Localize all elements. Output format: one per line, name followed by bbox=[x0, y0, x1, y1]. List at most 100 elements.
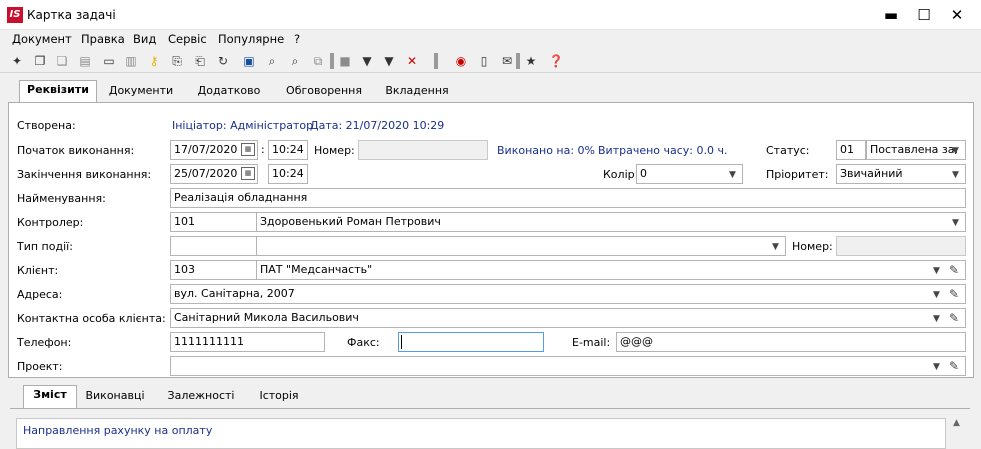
refresh-icon[interactable]: ↻ bbox=[214, 52, 232, 70]
number-label: Номер: bbox=[314, 144, 355, 157]
contact-label: Контактна особа клієнта: bbox=[17, 312, 166, 325]
phone-label: Телефон: bbox=[17, 336, 72, 349]
chevron-down-icon[interactable]: ▼ bbox=[933, 314, 940, 324]
window-title: Картка задачі bbox=[27, 8, 116, 22]
paste-icon[interactable]: ▤ bbox=[76, 52, 94, 70]
export-icon[interactable]: ⎘ bbox=[168, 52, 186, 70]
menu-popular[interactable]: Популярне bbox=[218, 32, 284, 46]
status-label: Статус: bbox=[766, 144, 810, 157]
pencil-icon[interactable]: ✎ bbox=[949, 287, 959, 301]
chevron-down-icon[interactable]: ▼ bbox=[952, 170, 959, 180]
import-icon[interactable]: ⎗ bbox=[191, 52, 209, 70]
name-label: Найменування: bbox=[17, 192, 106, 205]
help-icon[interactable]: ❓ bbox=[547, 52, 565, 70]
maximize-button[interactable]: ☐ bbox=[909, 0, 939, 30]
menu-edit[interactable]: Правка bbox=[81, 32, 125, 46]
project-label: Проект: bbox=[17, 360, 63, 373]
content-memo[interactable]: Направлення рахунку на оплату bbox=[16, 418, 946, 449]
client-label: Клієнт: bbox=[17, 264, 59, 277]
controller-name-select[interactable]: Здоровенький Роман Петрович bbox=[256, 212, 966, 232]
priority-label: Пріоритет: bbox=[766, 168, 829, 181]
color-label: Колір: bbox=[603, 168, 639, 181]
close-button[interactable]: ✕ bbox=[942, 0, 972, 30]
calendar-icon[interactable]: ▦ bbox=[241, 167, 255, 180]
grid-icon[interactable]: ■ bbox=[336, 52, 354, 70]
filter-add-icon[interactable]: ▼ bbox=[380, 52, 398, 70]
chevron-down-icon[interactable]: ▼ bbox=[772, 242, 779, 252]
tab-documents[interactable]: Документи bbox=[101, 82, 181, 103]
event-type-label: Тип події: bbox=[17, 240, 73, 253]
scroll-up-icon[interactable]: ▲ bbox=[953, 418, 960, 428]
name-field[interactable]: Реалізація обладнання bbox=[170, 188, 966, 208]
menu-help[interactable]: ? bbox=[294, 32, 300, 46]
event-number-label: Номер: bbox=[792, 240, 833, 253]
chevron-down-icon[interactable]: ▼ bbox=[952, 146, 959, 156]
toolbar-separator bbox=[330, 53, 334, 69]
tab-attachments[interactable]: Вкладення bbox=[376, 82, 458, 103]
chevron-down-icon[interactable]: ▼ bbox=[933, 362, 940, 372]
menu-service[interactable]: Сервіс bbox=[168, 32, 207, 46]
event-name-select[interactable] bbox=[256, 236, 786, 256]
status-code-field[interactable]: 01 bbox=[836, 140, 866, 160]
pencil-icon[interactable]: ✎ bbox=[949, 359, 959, 373]
document-icon[interactable]: ▯ bbox=[475, 52, 493, 70]
search-icon[interactable]: ⌕ bbox=[263, 52, 281, 70]
mail-icon[interactable]: ✉ bbox=[498, 52, 516, 70]
filter-icon[interactable]: ▼ bbox=[358, 52, 376, 70]
record-icon[interactable]: ◉ bbox=[452, 52, 470, 70]
number-field[interactable] bbox=[358, 140, 488, 160]
address-select[interactable]: вул. Санітарна, 2007 bbox=[170, 284, 966, 304]
star-icon[interactable]: ★ bbox=[522, 52, 540, 70]
filter-clear-icon[interactable]: ✕ bbox=[403, 52, 421, 70]
tab-discussion[interactable]: Обговорення bbox=[278, 82, 370, 103]
toolbar-separator bbox=[434, 53, 438, 69]
tab-executors[interactable]: Виконавці bbox=[81, 387, 149, 408]
priority-select[interactable]: Звичайний bbox=[836, 164, 966, 184]
tab-requisites[interactable]: Реквізити bbox=[19, 80, 97, 104]
save-icon[interactable]: ▣ bbox=[240, 52, 258, 70]
pencil-icon[interactable]: ✎ bbox=[949, 263, 959, 277]
new-copy-icon[interactable]: ❐ bbox=[31, 52, 49, 70]
end-time-field[interactable]: 10:24 bbox=[268, 164, 308, 184]
email-field[interactable]: @@@ bbox=[616, 332, 966, 352]
client-name-select[interactable]: ПАТ "Медсанчасть" bbox=[256, 260, 966, 280]
fax-field[interactable] bbox=[398, 332, 544, 352]
start-time-field[interactable]: 10:24 bbox=[268, 140, 308, 160]
toolbar: ✦ ❐ ❏ ▤ ▭ ▥ ⚷ ⎘ ⎗ ↻ ▣ ⌕ ⌕ ⧉ ■ ▼ ▼ ✕ ◉ ▯ … bbox=[0, 49, 981, 73]
tab-additional[interactable]: Додатково bbox=[187, 82, 271, 103]
chevron-down-icon[interactable]: ▼ bbox=[933, 290, 940, 300]
search-next-icon[interactable]: ⌕ bbox=[286, 52, 304, 70]
chevron-down-icon[interactable]: ▼ bbox=[933, 266, 940, 276]
phone-field[interactable]: 1111111111 bbox=[170, 332, 325, 352]
print-icon[interactable]: ▭ bbox=[100, 52, 118, 70]
calendar-icon[interactable]: ▦ bbox=[241, 143, 255, 156]
contact-select[interactable]: Санітарний Микола Васильович bbox=[170, 308, 966, 328]
controller-label: Контролер: bbox=[17, 216, 84, 229]
fax-label: Факс: bbox=[347, 336, 380, 349]
end-label: Закінчення виконання: bbox=[17, 168, 152, 181]
title-bar: IS Картка задачі ▬ ☐ ✕ bbox=[0, 0, 981, 30]
project-select[interactable] bbox=[170, 356, 966, 376]
new-doc-icon[interactable]: ✦ bbox=[8, 52, 26, 70]
vertical-scrollbar[interactable]: ▲ bbox=[948, 418, 965, 449]
done-percent-text: Виконано на: 0% bbox=[497, 144, 596, 157]
tab-history[interactable]: Історія bbox=[250, 387, 308, 408]
color-select[interactable]: 0 bbox=[636, 164, 743, 184]
menu-document[interactable]: Документ bbox=[12, 32, 72, 46]
minimize-button[interactable]: ▬ bbox=[876, 0, 906, 30]
key-icon[interactable]: ⚷ bbox=[145, 52, 163, 70]
menu-view[interactable]: Вид bbox=[133, 32, 156, 46]
duplicate-icon[interactable]: ⧉ bbox=[309, 52, 327, 70]
copy-icon[interactable]: ❏ bbox=[53, 52, 71, 70]
chevron-down-icon[interactable]: ▼ bbox=[729, 170, 736, 180]
event-number-field[interactable] bbox=[836, 236, 966, 256]
event-code-field[interactable] bbox=[170, 236, 257, 256]
client-code-field[interactable]: 103 bbox=[170, 260, 257, 280]
layout-icon[interactable]: ▥ bbox=[122, 52, 140, 70]
status-select[interactable]: Поставлена за, bbox=[866, 140, 966, 160]
controller-code-field[interactable]: 101 bbox=[170, 212, 257, 232]
pencil-icon[interactable]: ✎ bbox=[949, 311, 959, 325]
tab-content[interactable]: Зміст bbox=[23, 385, 77, 409]
chevron-down-icon[interactable]: ▼ bbox=[952, 218, 959, 228]
tab-dependencies[interactable]: Залежності bbox=[158, 387, 244, 408]
